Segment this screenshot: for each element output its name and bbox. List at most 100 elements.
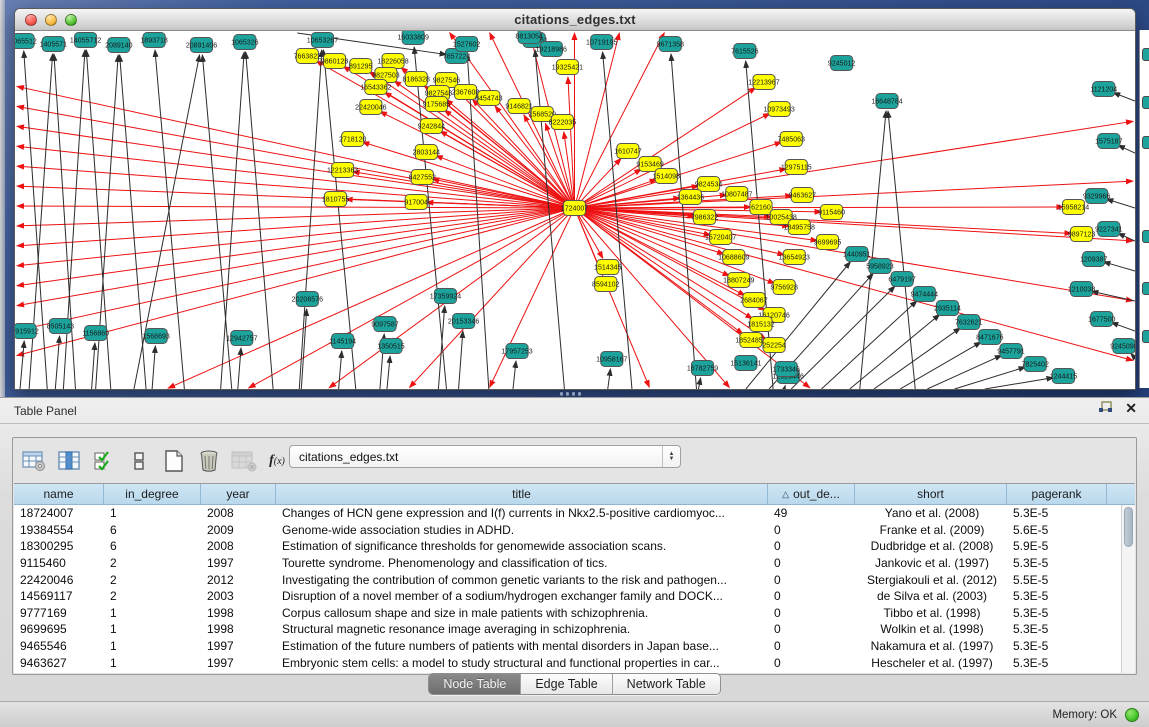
network-node[interactable]: 8454743	[475, 91, 503, 106]
window-titlebar[interactable]: citations_edges.txt	[15, 9, 1135, 31]
network-node[interactable]: 7485063	[778, 132, 806, 147]
network-node[interactable]: 2089140	[105, 38, 133, 53]
network-node[interactable]: 1575187	[1095, 134, 1123, 149]
table-vertical-scrollbar[interactable]	[1121, 505, 1135, 673]
network-node[interactable]: 1677500	[1088, 312, 1116, 327]
network-node[interactable]: 8471676	[976, 330, 1004, 345]
tab-edge-table[interactable]: Edge Table	[521, 674, 612, 694]
network-node[interactable]: 1610747	[614, 144, 642, 159]
network-node[interactable]: 8186328	[403, 72, 431, 87]
network-node[interactable]: 9097587	[371, 317, 399, 332]
network-node[interactable]: 2935114	[934, 301, 961, 316]
table-row[interactable]: 2242004622012Investigating the contribut…	[14, 571, 1121, 588]
network-node[interactable]: 1156869	[82, 326, 109, 341]
network-node[interactable]: 15136141	[730, 356, 761, 371]
network-node[interactable]: 16782759	[687, 361, 718, 376]
column-header-short[interactable]: short	[855, 484, 1007, 504]
network-node[interactable]: 1815132	[747, 317, 775, 332]
network-node[interactable]: 20891406	[186, 38, 217, 53]
network-node[interactable]: 891295	[349, 59, 373, 74]
network-node[interactable]: 1364436	[677, 190, 705, 205]
network-node[interactable]: 1733346	[772, 362, 800, 377]
column-header-title[interactable]: title	[276, 484, 768, 504]
table-row[interactable]: 1830029562008Estimation of significance …	[14, 538, 1121, 555]
network-node[interactable]: 1514098	[653, 169, 681, 184]
column-header-pagerank[interactable]: pagerank	[1007, 484, 1107, 504]
network-node[interactable]: 22420046	[355, 100, 386, 115]
network-node[interactable]: 20206576	[292, 292, 323, 307]
network-node[interactable]: 9245012	[828, 56, 856, 71]
close-window-button[interactable]	[25, 14, 37, 26]
network-node[interactable]: 9671358	[657, 37, 685, 52]
zoom-window-button[interactable]	[65, 14, 77, 26]
network-node[interactable]: 7825402	[1021, 357, 1049, 372]
table-row[interactable]: 946554611997Estimation of the future num…	[14, 638, 1121, 655]
network-node[interactable]: 8594102	[592, 277, 620, 292]
network-node[interactable]: 62160	[750, 200, 772, 215]
network-node[interactable]: 9245098	[1110, 339, 1135, 354]
network-node[interactable]: 9227341	[1095, 222, 1123, 237]
network-node[interactable]: 10807487	[721, 187, 752, 202]
scrollbar-thumb[interactable]	[1124, 507, 1133, 547]
network-node[interactable]: 2803144	[413, 145, 441, 160]
network-node[interactable]: 1810755	[322, 192, 350, 207]
column-header-in_degree[interactable]: in_degree	[104, 484, 201, 504]
network-node[interactable]: 1350515	[377, 339, 405, 354]
column-header-out_de[interactable]: △out_de...	[768, 484, 855, 504]
delete-table-button[interactable]	[229, 447, 259, 475]
tab-node-table[interactable]: Node Table	[429, 674, 521, 694]
network-node[interactable]: 20153346	[448, 314, 479, 329]
network-node[interactable]: 8813054	[515, 31, 543, 44]
network-node[interactable]: 9756928	[770, 280, 798, 295]
network-node[interactable]: 7632621	[955, 315, 983, 330]
network-view-window[interactable]: citations_edges.txt 20655121405571140557…	[14, 8, 1136, 390]
new-column-button[interactable]	[159, 447, 189, 475]
network-node[interactable]: 8427552	[409, 170, 437, 185]
select-all-button[interactable]	[89, 447, 119, 475]
table-row[interactable]: 969969511998Structural magnetic resonanc…	[14, 621, 1121, 638]
network-node[interactable]: 9175685	[423, 97, 451, 112]
float-panel-icon[interactable]	[1098, 401, 1113, 415]
table-row[interactable]: 1872400712008Changes of HCN gene express…	[14, 505, 1121, 522]
network-node[interactable]: 12942757	[226, 331, 257, 346]
network-node[interactable]: 7615526	[731, 44, 759, 59]
network-node[interactable]: 17359924	[430, 289, 461, 304]
network-node[interactable]: 3915912	[15, 324, 39, 339]
network-node[interactable]: 9699695	[814, 235, 842, 250]
deselect-all-button[interactable]	[124, 447, 154, 475]
tab-network-table[interactable]: Network Table	[613, 674, 720, 694]
network-node[interactable]: 1527602	[453, 37, 481, 52]
network-node[interactable]: 1145194	[329, 334, 356, 349]
network-node[interactable]: 19218986	[536, 42, 567, 57]
network-node[interactable]: 10688609	[718, 250, 749, 265]
network-node[interactable]: 9242844	[418, 119, 446, 134]
network-node[interactable]: 6479197	[888, 272, 916, 287]
network-node[interactable]: 9457791	[997, 344, 1025, 359]
column-visibility-button[interactable]	[54, 447, 84, 475]
network-node[interactable]: 12213363	[327, 163, 358, 178]
column-header-year[interactable]: year	[201, 484, 276, 504]
network-node[interactable]: 12975115	[781, 160, 812, 175]
network-node[interactable]: 9897123	[1068, 227, 1096, 242]
network-node[interactable]: 13654923	[779, 250, 810, 265]
table-row[interactable]: 1938455462009Genome-wide association stu…	[14, 522, 1121, 539]
network-node[interactable]: 1514345	[594, 260, 622, 275]
network-node[interactable]: 7663822	[294, 49, 322, 64]
network-node[interactable]: 5958923	[866, 259, 894, 274]
network-node[interactable]: 1210038	[1068, 282, 1096, 297]
column-header-name[interactable]: name	[14, 484, 104, 504]
network-node[interactable]: 1440951	[843, 247, 871, 262]
network-node[interactable]: 16033809	[398, 31, 429, 45]
network-node[interactable]: 10973493	[763, 102, 794, 117]
table-row[interactable]: 946362711997Embryonic stem cells: a mode…	[14, 654, 1121, 671]
table-row[interactable]: 1456911722003Disruption of a novel membe…	[14, 588, 1121, 605]
split-pane-handle[interactable]	[560, 392, 581, 395]
network-node[interactable]: 2684067	[740, 293, 768, 308]
delete-column-trash-button[interactable]	[194, 447, 224, 475]
network-hub-node[interactable]: 1724007	[561, 201, 589, 216]
network-node[interactable]: 9463627	[789, 188, 817, 203]
minimize-window-button[interactable]	[45, 14, 57, 26]
network-node[interactable]: 18495758	[784, 220, 815, 235]
close-panel-icon[interactable]: ✕	[1125, 401, 1137, 415]
network-node[interactable]: 1065326	[231, 35, 259, 50]
